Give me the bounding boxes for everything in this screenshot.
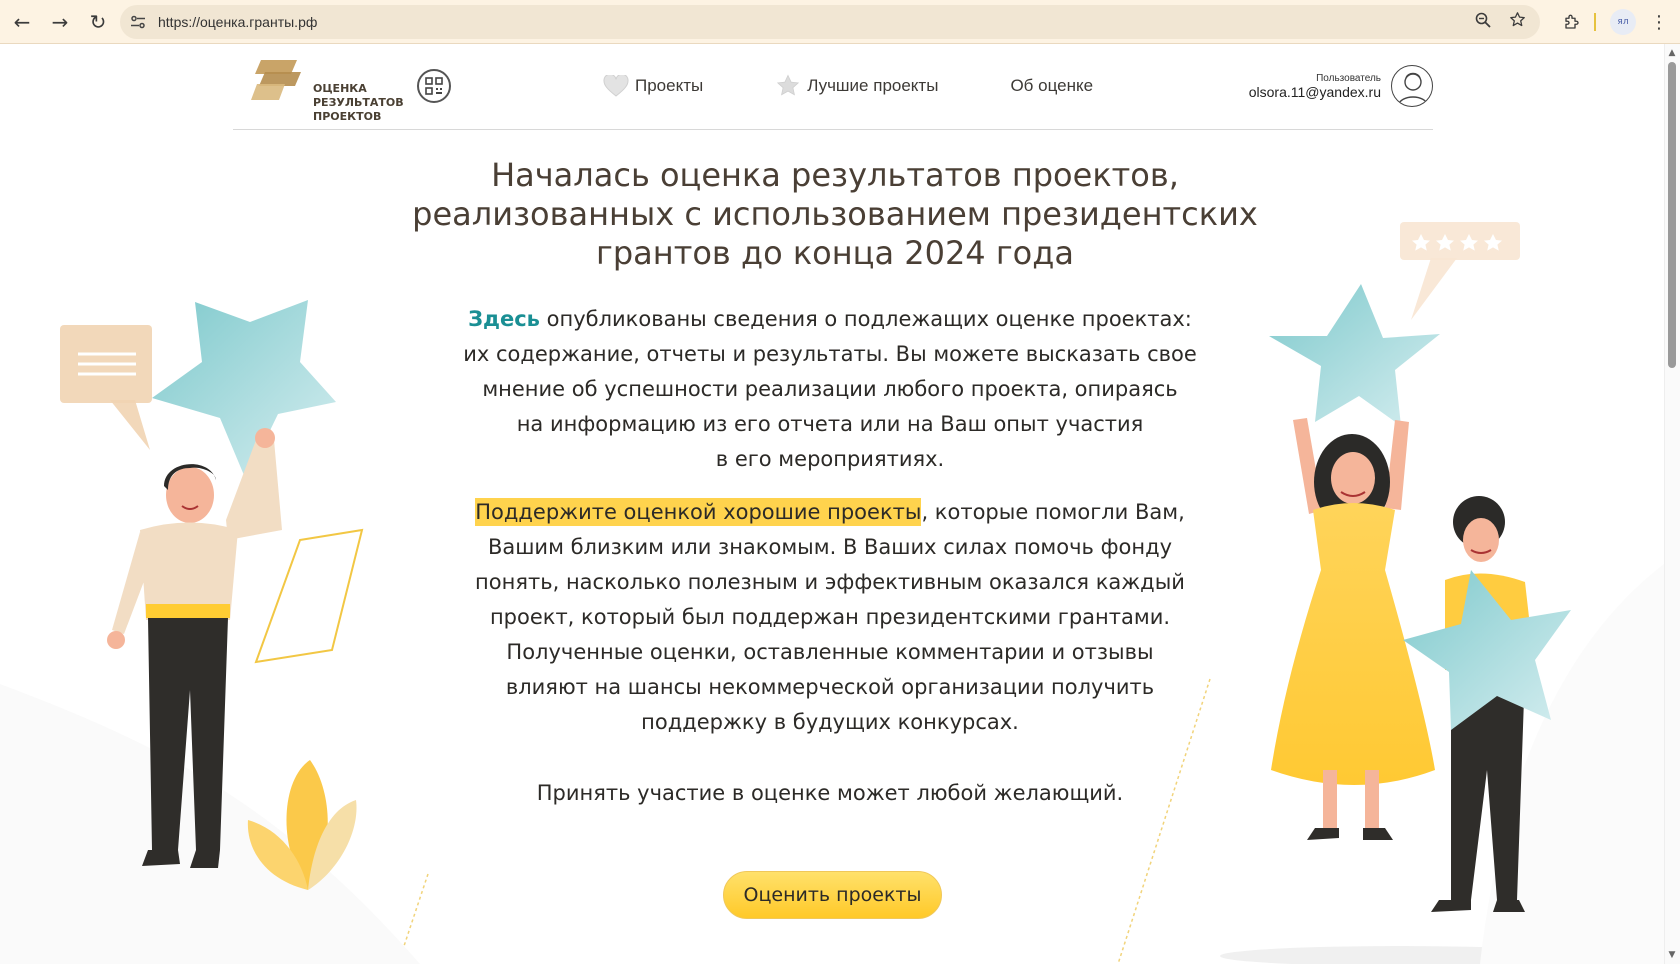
man-with-star-illustration — [60, 300, 364, 890]
site-info-icon[interactable] — [124, 8, 152, 36]
title-line-2: реализованных с использованием президент… — [412, 195, 1258, 233]
intro-line-4: на информацию из его отчета или на Ваш о… — [516, 412, 1144, 436]
scroll-down-arrow-icon[interactable]: ▼ — [1666, 950, 1678, 962]
rate-projects-button[interactable]: Оценить проекты — [723, 871, 942, 919]
intro-line-2: их содержание, отчеты и результаты. Вы м… — [463, 342, 1197, 366]
url-text[interactable]: https://оценка.гранты.рф — [158, 14, 317, 30]
extensions-puzzle-icon[interactable] — [1558, 8, 1586, 36]
zoom-icon[interactable] — [1475, 12, 1491, 33]
women-with-stars-illustration — [1269, 222, 1571, 912]
support-line-1: Поддержите оценкой хорошие проекты, кото… — [475, 498, 1185, 526]
forward-arrow-icon[interactable]: → — [44, 6, 76, 38]
intro-line-5: в его мероприятиях. — [715, 447, 945, 471]
support-line-7: поддержку в будущих конкурсах. — [641, 710, 1019, 734]
intro-paragraph: Здесь опубликованы сведения о подлежащих… — [460, 302, 1200, 477]
scroll-up-arrow-icon[interactable]: ▲ — [1666, 48, 1678, 60]
intro-line-3: мнение об успешности реализации любого п… — [482, 377, 1178, 401]
toolbar-divider — [1594, 13, 1596, 31]
support-line-4: проект, который был поддержан президентс… — [489, 605, 1171, 629]
scrollbar-thumb[interactable] — [1668, 62, 1676, 368]
reload-icon[interactable]: ↻ — [82, 6, 114, 38]
title-line-3: грантов до конца 2024 года — [596, 234, 1074, 272]
back-arrow-icon[interactable]: ← — [6, 6, 38, 38]
support-line-2: Вашим близким или знакомым. В Ваших сила… — [487, 535, 1173, 559]
support-line-6: влияют на шансы некоммерческой организац… — [505, 675, 1155, 699]
title-line-1: Началась оценка результатов проектов, — [491, 156, 1179, 194]
browser-menu-icon[interactable]: ⋮ — [1648, 8, 1670, 36]
address-bar[interactable]: https://оценка.гранты.рф — [120, 5, 1540, 39]
support-line-5: Полученные оценки, оставленные комментар… — [506, 640, 1154, 664]
browser-profile-avatar[interactable]: ял — [1610, 9, 1636, 35]
participation-note: Принять участие в оценке может любой жел… — [536, 781, 1124, 805]
browser-toolbar: ← → ↻ https://оценка.гранты.рф ял ⋮ — [0, 0, 1680, 44]
highlighted-phrase: Поддержите оценкой хорошие проекты — [475, 498, 922, 526]
support-line-3: понять, насколько полезным и эффективным… — [475, 570, 1185, 594]
here-link[interactable]: Здесь — [468, 307, 540, 331]
support-paragraph: Поддержите оценкой хорошие проекты, кото… — [460, 495, 1200, 740]
intro-line-1: Здесь опубликованы сведения о подлежащих… — [468, 307, 1192, 331]
page-title: Началась оценка результатов проектов, ре… — [385, 156, 1285, 273]
bookmark-star-icon[interactable] — [1509, 11, 1526, 33]
